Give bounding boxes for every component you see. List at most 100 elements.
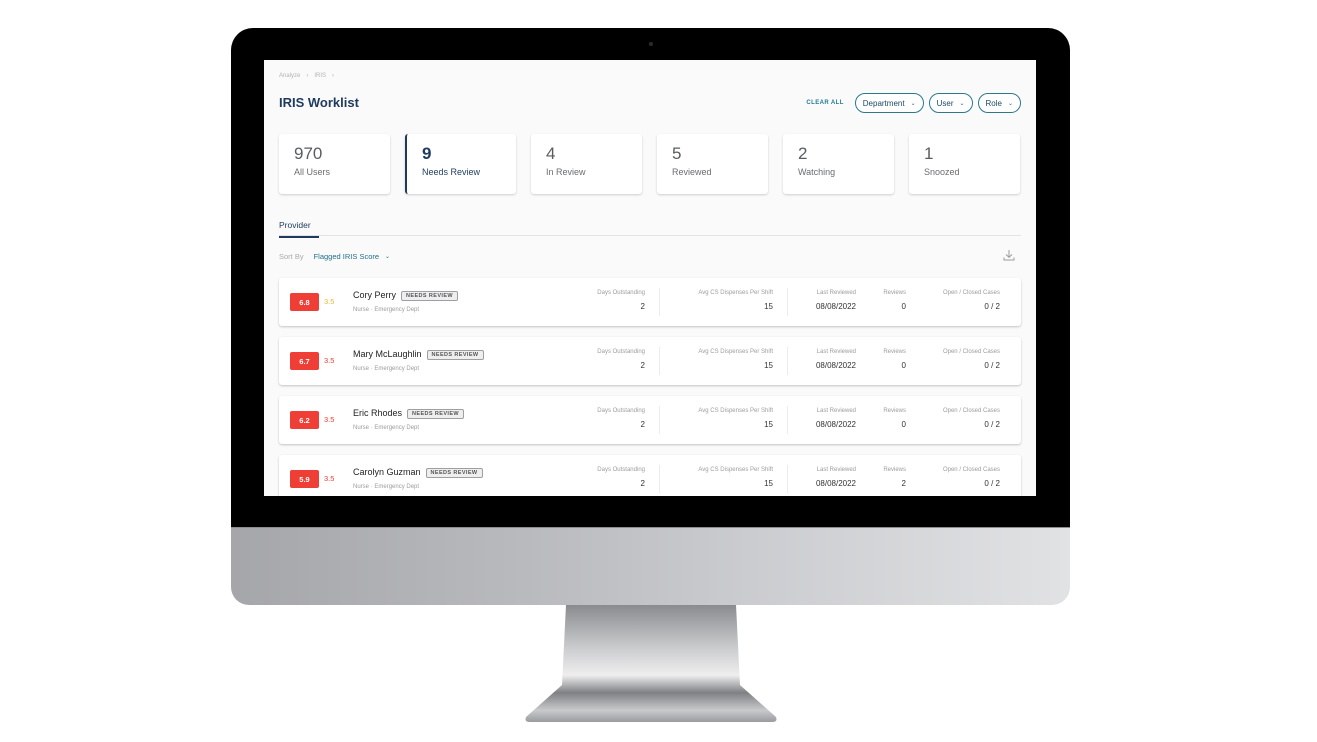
days-outstanding: Days Outstanding 2 xyxy=(597,290,645,311)
days-outstanding: Days Outstanding 2 xyxy=(597,408,645,429)
column-value: 08/08/2022 xyxy=(815,479,856,488)
clear-all-button[interactable]: CLEAR ALL xyxy=(806,100,843,106)
column-label: Last Reviewed xyxy=(816,290,856,296)
stat-label: All Users xyxy=(294,167,331,177)
avg-cs-dispenses: Avg CS Dispenses Per Shift 15 xyxy=(698,467,773,488)
column-label: Open / Closed Cases xyxy=(942,408,1000,414)
tab-provider[interactable]: Provider xyxy=(279,220,319,238)
column-label: Avg CS Dispenses Per Shift xyxy=(698,408,773,414)
divider xyxy=(787,288,788,316)
column-value: 08/08/2022 xyxy=(815,302,856,311)
sub-score: 3.5 xyxy=(324,415,335,424)
provider-name-line: Eric Rhodes NEEDS REVIEW xyxy=(353,408,465,419)
divider xyxy=(659,288,660,316)
column-label: Days Outstanding xyxy=(597,408,645,414)
column-label: Last Reviewed xyxy=(816,349,856,355)
open-closed-cases: Open / Closed Cases 0 / 2 xyxy=(943,349,1000,370)
stat-value: 4 xyxy=(546,144,556,163)
iris-score-badge: 6.7 xyxy=(290,352,319,370)
status-badge: NEEDS REVIEW xyxy=(407,409,465,419)
column-label: Reviews xyxy=(883,467,906,473)
table-row[interactable]: 6.2 3.5 Eric Rhodes NEEDS REVIEW Nurse · … xyxy=(279,396,1021,444)
column-label: Last Reviewed xyxy=(816,408,856,414)
stat-value: 970 xyxy=(294,144,323,163)
provider-dept: Emergency Dept xyxy=(374,366,420,372)
provider-name[interactable]: Mary McLaughlin xyxy=(353,349,422,359)
reviews: Reviews 2 xyxy=(883,467,906,488)
column-label: Reviews xyxy=(883,349,906,355)
department-filter[interactable]: Department ⌄ xyxy=(854,93,924,113)
table-row[interactable]: 6.8 3.5 Cory Perry NEEDS REVIEW Nurse · E… xyxy=(279,278,1021,326)
days-outstanding: Days Outstanding 2 xyxy=(597,349,645,370)
user-filter[interactable]: User ⌄ xyxy=(928,93,973,113)
divider xyxy=(659,347,660,375)
tab-bar: Provider xyxy=(279,215,1021,238)
column-value: 0 xyxy=(901,361,906,370)
provider-name-line: Carolyn Guzman NEEDS REVIEW xyxy=(353,467,483,478)
provider-name[interactable]: Cory Perry xyxy=(353,290,396,300)
table-row[interactable]: 6.7 3.5 Mary McLaughlin NEEDS REVIEW Nurs… xyxy=(279,337,1021,385)
iris-score-badge: 6.8 xyxy=(290,293,319,311)
download-icon[interactable] xyxy=(1002,248,1016,262)
avg-cs-dispenses: Avg CS Dispenses Per Shift 15 xyxy=(698,290,773,311)
stat-label: Snoozed xyxy=(924,167,960,177)
stat-label: Watching xyxy=(798,167,836,177)
breadcrumb-iris[interactable]: IRIS xyxy=(314,73,326,79)
open-closed-cases: Open / Closed Cases 0 / 2 xyxy=(943,290,1000,311)
stat-card-needs-review[interactable]: 9 Needs Review xyxy=(405,134,516,194)
column-label: Days Outstanding xyxy=(597,467,645,473)
column-label: Avg CS Dispenses Per Shift xyxy=(698,290,773,296)
days-outstanding: Days Outstanding 2 xyxy=(597,467,645,488)
last-reviewed: Last Reviewed 08/08/2022 xyxy=(816,467,856,488)
monitor-chin xyxy=(231,527,1070,605)
divider xyxy=(659,406,660,434)
stat-label: In Review xyxy=(546,167,586,177)
monitor-mockup: Analyze › IRIS › IRIS Worklist CLEAR ALL… xyxy=(0,0,1317,742)
provider-meta: Nurse · Emergency Dept xyxy=(353,425,419,431)
sort-select[interactable]: Flagged IRIS Score ⌄ xyxy=(314,252,390,261)
provider-name[interactable]: Carolyn Guzman xyxy=(353,467,421,477)
provider-name-line: Mary McLaughlin NEEDS REVIEW xyxy=(353,349,484,360)
stat-card-watching[interactable]: 2 Watching xyxy=(783,134,894,194)
stat-card-in-review[interactable]: 4 In Review xyxy=(531,134,642,194)
stat-value: 5 xyxy=(672,144,682,163)
stat-label: Needs Review xyxy=(422,167,481,177)
stat-card-reviewed[interactable]: 5 Reviewed xyxy=(657,134,768,194)
camera-icon xyxy=(649,42,653,46)
provider-role: Nurse xyxy=(353,425,370,431)
avg-cs-dispenses: Avg CS Dispenses Per Shift 15 xyxy=(698,349,773,370)
column-value: 2 xyxy=(901,479,906,488)
column-value: 0 / 2 xyxy=(984,479,1000,488)
sort-bar: Sort By Flagged IRIS Score ⌄ xyxy=(279,252,390,261)
column-value: 15 xyxy=(764,420,773,429)
column-value: 2 xyxy=(640,302,645,311)
worklist: 6.8 3.5 Cory Perry NEEDS REVIEW Nurse · E… xyxy=(279,278,1021,496)
provider-name[interactable]: Eric Rhodes xyxy=(353,408,402,418)
provider-meta: Nurse · Emergency Dept xyxy=(353,484,419,490)
last-reviewed: Last Reviewed 08/08/2022 xyxy=(816,349,856,370)
breadcrumb-analyze[interactable]: Analyze xyxy=(279,73,300,79)
sub-score: 3.5 xyxy=(324,474,335,483)
status-badge: NEEDS REVIEW xyxy=(426,350,484,360)
role-filter[interactable]: Role ⌄ xyxy=(977,93,1021,113)
provider-meta: Nurse · Emergency Dept xyxy=(353,307,419,313)
status-badge: NEEDS REVIEW xyxy=(401,291,458,301)
stat-card-all-users[interactable]: 970 All Users xyxy=(279,134,390,194)
status-cards: 970 All Users 9 Needs Review 4 In Review… xyxy=(279,134,1020,194)
divider xyxy=(659,465,660,493)
column-label: Open / Closed Cases xyxy=(942,290,1000,296)
divider xyxy=(787,406,788,434)
table-row[interactable]: 5.9 3.5 Carolyn Guzman NEEDS REVIEW Nurse… xyxy=(279,455,1021,496)
column-label: Avg CS Dispenses Per Shift xyxy=(698,467,773,473)
chevron-down-icon: ⌄ xyxy=(385,254,391,260)
column-value: 2 xyxy=(640,361,645,370)
column-value: 0 xyxy=(901,420,906,429)
provider-role: Nurse xyxy=(353,484,370,490)
column-label: Days Outstanding xyxy=(597,349,645,355)
column-label: Days Outstanding xyxy=(597,290,645,296)
filter-label: Department xyxy=(862,98,905,108)
column-label: Avg CS Dispenses Per Shift xyxy=(698,349,773,355)
breadcrumb: Analyze › IRIS › xyxy=(279,73,334,79)
stat-card-snoozed[interactable]: 1 Snoozed xyxy=(909,134,1020,194)
last-reviewed: Last Reviewed 08/08/2022 xyxy=(816,290,856,311)
